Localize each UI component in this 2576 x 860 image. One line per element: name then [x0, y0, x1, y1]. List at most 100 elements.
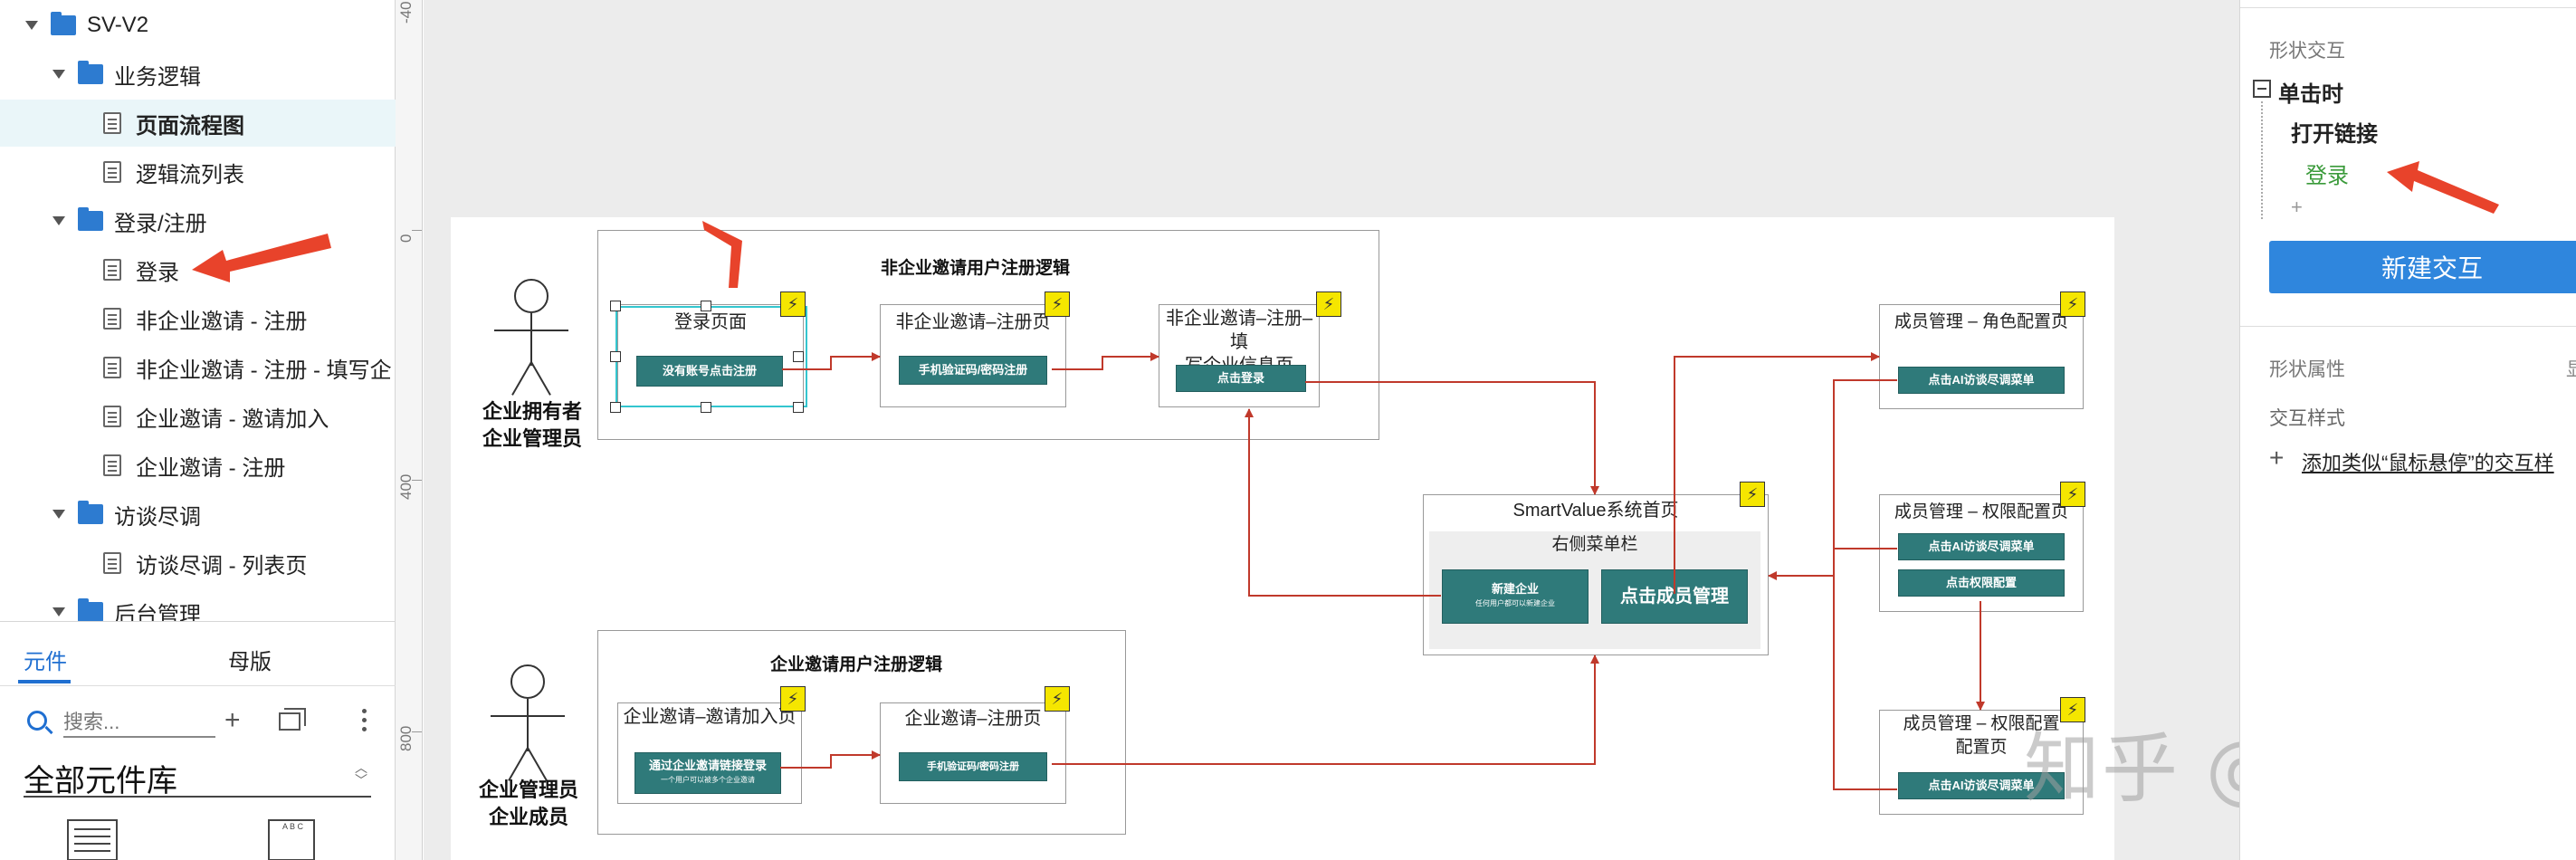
- ruler-label: -40: [397, 1, 415, 24]
- tree-item-label: 登录/注册: [114, 211, 207, 236]
- page-icon: [103, 552, 121, 574]
- tree-guide-line: [2261, 101, 2263, 219]
- left-panel: SV-V2 业务逻辑 页面流程图 逻辑流列表 登录/注册 登录 非企业邀请 - …: [0, 0, 396, 860]
- more-vertical-icon[interactable]: [362, 709, 367, 734]
- divider: [2240, 7, 2576, 8]
- duplicate-icon[interactable]: [279, 708, 306, 731]
- connector-newcompany-to-fillinfo: [1245, 408, 1441, 597]
- widget-text-list-icon[interactable]: [67, 819, 118, 860]
- expand-triangle-icon[interactable]: [52, 607, 65, 616]
- search-icon: [27, 711, 47, 731]
- folder-icon: [78, 501, 103, 524]
- page-icon: [103, 357, 121, 378]
- expand-triangle-icon[interactable]: [25, 21, 38, 30]
- tree-page-flowchart[interactable]: 页面流程图: [0, 100, 396, 147]
- connector-home-to-role: [1674, 352, 1880, 594]
- page-icon: [103, 259, 121, 281]
- tree-folder-business-logic[interactable]: 业务逻辑: [0, 51, 396, 98]
- divider: [2240, 326, 2576, 327]
- tree-page-non-enterprise-register[interactable]: 非企业邀请 - 注册: [0, 295, 396, 342]
- page-icon: [103, 112, 121, 134]
- tree-folder-sv-v2[interactable]: SV-V2: [0, 2, 396, 49]
- library-search-row: +: [24, 705, 386, 741]
- expand-triangle-icon[interactable]: [52, 510, 65, 519]
- ruler-label: 400: [397, 473, 415, 500]
- vertical-ruler: -40 0 400 800: [396, 0, 423, 860]
- section-interaction-style: 交互样式: [2269, 408, 2345, 429]
- tree-item-label: 页面流程图: [136, 113, 244, 139]
- right-panel: 形状交互 单击时 打开链接 登录 + 新建交互 形状属性 显 交互样式 + 添加…: [2239, 0, 2576, 860]
- connector-inviteregister-to-home: [1052, 655, 1599, 765]
- tree-folder-interview[interactable]: 访谈尽调: [0, 491, 396, 538]
- tree-item-label: 登录: [136, 260, 179, 285]
- new-interaction-button[interactable]: 新建交互: [2269, 241, 2576, 293]
- library-select-value: 全部元件库: [24, 764, 177, 798]
- folder-icon: [78, 598, 103, 621]
- connector-register-to-fillinfo: [1052, 352, 1159, 370]
- connector-invitejoin-to-inviteregister: [780, 750, 881, 769]
- folder-icon: [78, 61, 103, 84]
- library-search-input[interactable]: [63, 709, 215, 738]
- tree-page-logic-list[interactable]: 逻辑流列表: [0, 148, 396, 196]
- widget-table-icon[interactable]: A B C: [268, 819, 315, 860]
- divider: [0, 685, 396, 686]
- connector-login-to-register: [782, 352, 881, 370]
- tree-page-non-enterprise-fill[interactable]: 非企业邀请 - 注册 - 填写企: [0, 344, 396, 391]
- tree-page-enterprise-invite-join[interactable]: 企业邀请 - 邀请加入: [0, 393, 396, 440]
- tree-item-label: 访谈尽调: [114, 504, 201, 530]
- action-open-link[interactable]: 打开链接: [2291, 116, 2378, 148]
- ruler-tick: [412, 480, 422, 481]
- tree-item-label: 业务逻辑: [114, 64, 201, 90]
- folder-icon: [78, 207, 103, 231]
- ruler-label: 800: [397, 725, 415, 751]
- annotation-arrow-shape: [2387, 161, 2499, 214]
- page-tree: SV-V2 业务逻辑 页面流程图 逻辑流列表 登录/注册 登录 非企业邀请 - …: [0, 0, 396, 621]
- page-icon: [103, 308, 121, 330]
- section-shape-interactions: 形状交互: [2269, 41, 2345, 62]
- design-canvas[interactable]: 企业拥有者 企业管理员 企业管理员 企业成员 非企业邀请用户注册逻辑 登录页面 …: [424, 0, 2239, 860]
- connector-role-to-home: [1768, 379, 1897, 580]
- ruler-tick: [412, 230, 422, 231]
- tree-page-login[interactable]: 登录: [0, 246, 396, 293]
- tree-item-label: 后台管理: [114, 602, 201, 622]
- tab-components[interactable]: 元件: [24, 644, 67, 675]
- tree-item-label: 非企业邀请 - 注册 - 填写企: [136, 358, 392, 383]
- tree-item-label: 企业邀请 - 注册: [136, 455, 286, 481]
- active-tab-indicator: [18, 680, 71, 683]
- library-select[interactable]: 全部元件库 ︿ ﹀: [24, 756, 371, 798]
- folder-icon: [51, 12, 76, 35]
- connector-fillinfo-to-home: [1305, 381, 1599, 495]
- tree-folder-admin[interactable]: 后台管理: [0, 588, 396, 621]
- link-target-login[interactable]: 登录: [2305, 158, 2349, 189]
- expand-triangle-icon[interactable]: [52, 70, 65, 79]
- add-style-plus-icon[interactable]: +: [2269, 444, 2284, 473]
- page-icon: [103, 406, 121, 427]
- ruler-tick: [412, 731, 422, 732]
- connector-lines: [780, 352, 1985, 790]
- page-icon: [103, 161, 121, 183]
- library-panel: 元件 母版 + 全部元件库 ︿﹀ A B C: [0, 621, 396, 860]
- add-hover-style-link[interactable]: 添加类似“鼠标悬停”的交互样: [2302, 447, 2554, 476]
- select-arrows-icon: ︿ ﹀: [355, 760, 367, 788]
- tree-page-interview-list[interactable]: 访谈尽调 - 列表页: [0, 540, 396, 587]
- ruler-label: 0: [397, 234, 415, 243]
- tree-page-enterprise-invite-register[interactable]: 企业邀请 - 注册: [0, 442, 396, 489]
- tree-item-label: 企业邀请 - 邀请加入: [136, 406, 329, 432]
- section-shape-properties: 形状属性: [2269, 359, 2345, 380]
- plus-icon[interactable]: +: [224, 705, 241, 736]
- tree-item-label: 访谈尽调 - 列表页: [136, 553, 308, 578]
- watermark-text: 知乎 @咚咚锵: [2024, 724, 2239, 813]
- expand-triangle-icon[interactable]: [52, 216, 65, 225]
- event-on-click[interactable]: 单击时: [2278, 76, 2343, 108]
- tree-item-label: SV-V2: [87, 13, 149, 37]
- tree-item-label: 非企业邀请 - 注册: [136, 309, 308, 334]
- artboard[interactable]: 企业拥有者 企业管理员 企业管理员 企业成员 非企业邀请用户注册逻辑 登录页面 …: [451, 217, 2114, 860]
- widget-table-header: A B C: [282, 822, 304, 831]
- tab-masters[interactable]: 母版: [228, 644, 272, 675]
- collapse-icon[interactable]: [2253, 80, 2271, 98]
- add-action-icon[interactable]: +: [2291, 196, 2303, 219]
- page-icon: [103, 454, 121, 476]
- tree-item-label: 逻辑流列表: [136, 162, 244, 187]
- connector-perm2-to-home: [1833, 576, 1897, 790]
- tree-folder-login-register[interactable]: 登录/注册: [0, 197, 396, 244]
